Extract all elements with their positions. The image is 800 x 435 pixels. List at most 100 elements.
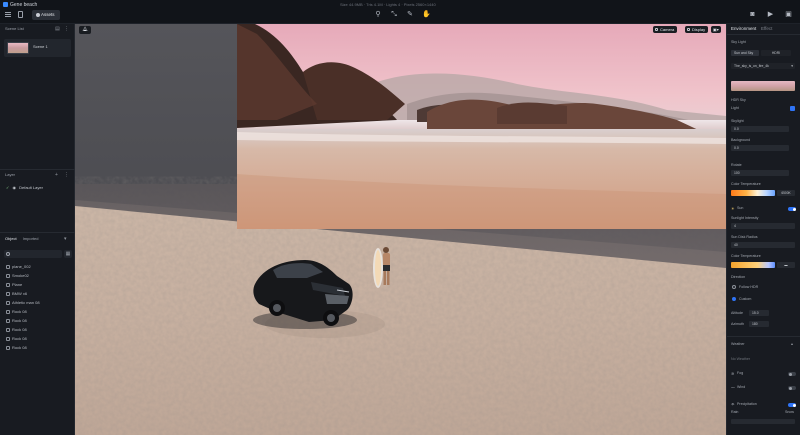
rotate-field[interactable]: 100 [731, 170, 789, 176]
precipitation-toggle[interactable] [788, 403, 796, 407]
camera-icon[interactable]: ◙ [748, 11, 757, 19]
tab-imported[interactable]: Imported [23, 236, 39, 241]
paint-tool-icon[interactable]: ✎ [406, 11, 414, 19]
tab-object[interactable]: Object [5, 236, 17, 241]
display-button[interactable]: Display [685, 26, 709, 33]
object-icon [6, 319, 10, 323]
video-icon[interactable]: ▶ [766, 11, 775, 19]
object-icon [6, 274, 10, 278]
rain-label[interactable]: Rain [731, 410, 738, 414]
list-item[interactable]: Rock 08 [6, 344, 27, 352]
object-name: Rock 08 [12, 318, 27, 323]
color-temperature-value[interactable]: 6500K [777, 190, 795, 196]
fog-label: Fog [737, 371, 744, 375]
color-temperature-slider[interactable] [731, 190, 775, 196]
custom-label: Custom [739, 297, 752, 301]
rotate-label: Rotate [731, 163, 742, 167]
image-export-icon[interactable]: ▣ [784, 11, 793, 19]
tab-environment[interactable]: Environment [731, 26, 756, 31]
wind-icon: 〜 [731, 385, 735, 390]
sun-toggle[interactable] [788, 207, 796, 211]
light-checkbox[interactable] [790, 106, 795, 111]
viewport-mode-button[interactable]: ⟁ [79, 26, 91, 34]
list-item[interactable]: plane_002 [6, 263, 31, 271]
fog-toggle[interactable] [788, 372, 796, 376]
list-item[interactable]: Rock 08 [6, 326, 27, 334]
list-item[interactable]: BMW x6 [6, 290, 28, 298]
left-panel: Scene List ▤ ⋮ Scene 1 Layer + ⋮ ✓ ◉ Def… [0, 24, 75, 435]
sun-color-temperature-value[interactable]: ▬ [777, 262, 795, 268]
list-item[interactable]: Rock 08 [6, 308, 27, 316]
viewport-settings-button[interactable]: ▣▾ [711, 26, 721, 33]
hdri-name: The_sky_is_on_fire_4k [734, 64, 769, 68]
scene-thumbnail[interactable] [7, 42, 29, 54]
fog-icon: ≋ [731, 371, 735, 376]
object-name: Rock 08 [12, 309, 27, 314]
sun-disk-radius-field[interactable]: 40 [731, 242, 795, 248]
object-icon [6, 337, 10, 341]
menu-icon[interactable] [5, 12, 11, 17]
object-name: Smoke02 [12, 273, 29, 278]
layer-item-default[interactable]: ✓ ◉ Default Layer [6, 185, 43, 190]
list-item[interactable]: Rock 08 [6, 335, 27, 343]
3d-viewport[interactable]: ⟁ Camera Display ▣▾ [75, 24, 726, 435]
display-label: Display [692, 27, 706, 32]
car-model[interactable] [249, 254, 359, 332]
move-tool-icon[interactable]: ⤡ [390, 11, 398, 19]
sunlight-intensity-field[interactable]: 4 [731, 223, 795, 229]
scene-stats: Size 44.9MB · Tris 4.1M · Lights 4 · Pix… [340, 2, 436, 7]
follow-hdr-radio[interactable] [732, 285, 736, 289]
scene-list-header: Scene List ▤ ⋮ [0, 24, 75, 34]
sun-label: Sun [737, 206, 744, 210]
list-item[interactable]: Athletic man 08 [6, 299, 40, 307]
sky-mode-hdri[interactable]: HDRI [761, 50, 791, 56]
wind-toggle[interactable] [788, 386, 796, 390]
person-with-surfboard[interactable] [370, 240, 400, 296]
add-layer-icon[interactable]: + [55, 172, 58, 178]
skylight-field[interactable]: 0.0 [731, 126, 789, 132]
scene-list-label: Scene List [5, 26, 24, 31]
object-name: BMW x6 [12, 291, 28, 296]
object-icon [6, 301, 10, 305]
azimuth-label: Azimuth [731, 322, 744, 326]
precipitation-label: Precipitation [737, 402, 757, 406]
hdri-select[interactable]: The_sky_is_on_fire_4k ▾ [731, 63, 795, 69]
search-input[interactable] [4, 250, 62, 258]
tab-effect[interactable]: Effect [761, 26, 772, 31]
background-field[interactable]: 0.0 [731, 145, 789, 151]
display-icon [687, 28, 690, 31]
beach-backdrop-image [237, 24, 726, 229]
snow-label[interactable]: Snow [785, 410, 794, 414]
select-tool-icon[interactable]: ⚲ [374, 11, 382, 19]
custom-radio[interactable] [732, 297, 736, 301]
eye-icon[interactable]: ◉ [12, 185, 16, 190]
object-name: Rock 08 [12, 327, 27, 332]
scene-more-icon[interactable]: ⋮ [64, 26, 69, 32]
file-icon[interactable] [18, 11, 23, 18]
precipitation-slider[interactable] [731, 419, 795, 424]
sky-light-label: Sky Light [731, 40, 746, 44]
layer-header: Layer + ⋮ [0, 170, 75, 180]
camera-button[interactable]: Camera [653, 26, 678, 33]
object-icon [6, 310, 10, 314]
sky-mode-sun-sky[interactable]: Sun and Sky [731, 50, 759, 56]
chevron-down-icon[interactable]: ▾ [64, 236, 67, 242]
right-panel: Environment Effect Sky Light Sun and Sky… [726, 24, 800, 435]
layer-more-icon[interactable]: ⋮ [64, 172, 69, 178]
scene-view-icon[interactable]: ▤ [55, 26, 60, 32]
sun-color-temperature-slider[interactable] [731, 262, 775, 268]
add-object-button[interactable]: ▦ [64, 250, 72, 258]
azimuth-field[interactable]: 180 [749, 321, 769, 327]
altitude-label: Altitude [731, 311, 743, 315]
list-item[interactable]: Plane [6, 281, 23, 289]
assets-icon [36, 13, 40, 17]
hand-tool-icon[interactable]: ✋ [422, 11, 431, 19]
list-item[interactable]: Rock 08 [6, 317, 27, 325]
hdri-thumbnail[interactable] [731, 81, 795, 91]
chevron-up-icon[interactable]: ▴ [791, 341, 793, 346]
altitude-field[interactable]: 15.0 [749, 310, 769, 316]
object-icon [6, 328, 10, 332]
list-item[interactable]: Smoke02 [6, 272, 29, 280]
assets-button[interactable]: Assets [32, 10, 60, 20]
object-name: Plane [12, 282, 23, 287]
